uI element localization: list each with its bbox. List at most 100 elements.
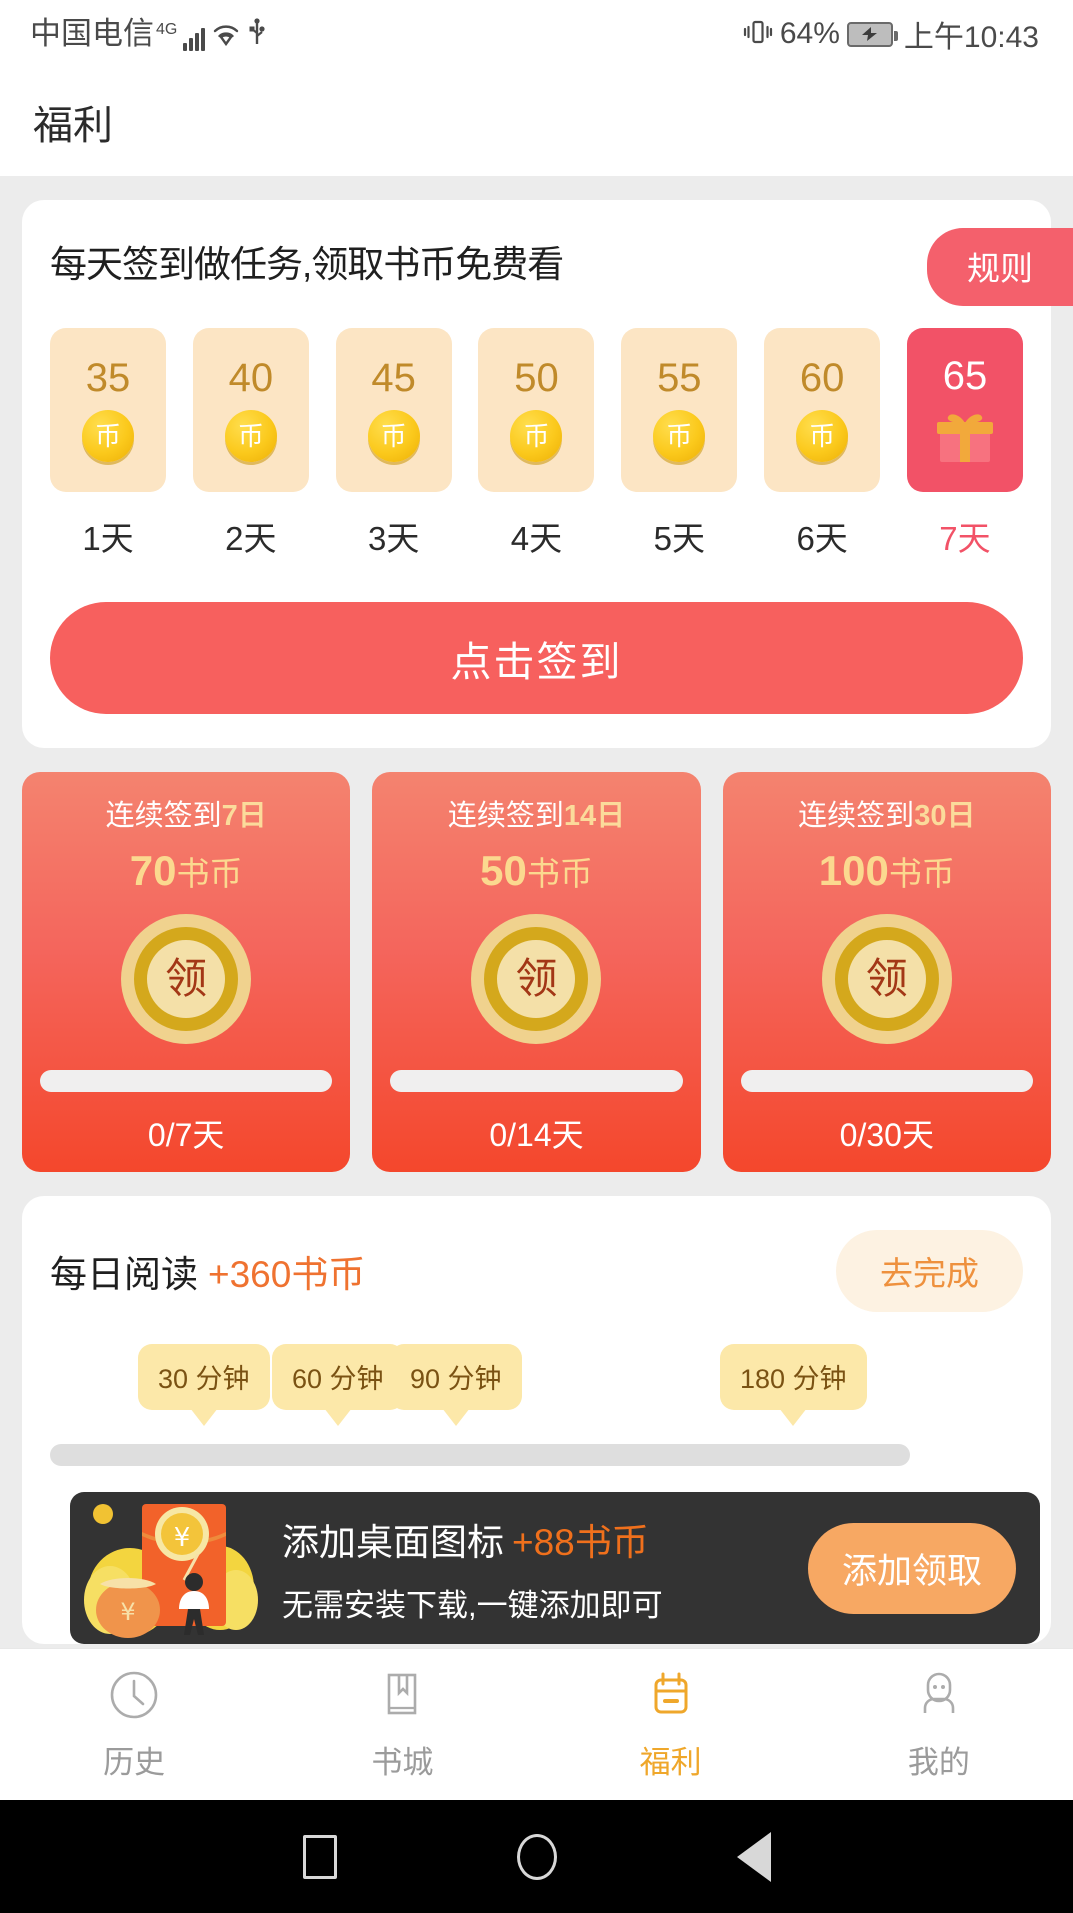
reward-progress-label: 0/30天 bbox=[839, 1117, 934, 1153]
reward-progress-bar bbox=[390, 1070, 683, 1092]
reading-progress-bar bbox=[50, 1444, 910, 1466]
coin-icon: 币 bbox=[796, 410, 849, 462]
tab-label: 书城 bbox=[371, 1744, 434, 1780]
app-screen: 中国电信 4G 64% 上午10:43 福利 每天签到做任务,领取书币免费看 规… bbox=[0, 0, 1073, 1913]
tab-bookstore[interactable]: 书城 bbox=[268, 1668, 536, 1782]
rules-button[interactable]: 规则 bbox=[927, 228, 1073, 306]
reward-amount-value: 70 bbox=[129, 847, 177, 894]
claim-label: 领 bbox=[484, 927, 589, 1031]
title-bar: 福利 bbox=[0, 68, 1073, 176]
claim-medal-button[interactable]: 领 bbox=[471, 914, 602, 1044]
status-bar-right: 64% 上午10:43 bbox=[743, 12, 1039, 56]
promo-reward: +88书币 bbox=[512, 1521, 649, 1563]
day-label: 6天 bbox=[796, 520, 848, 557]
day-tile: 40 币 bbox=[192, 328, 309, 492]
day-tile: 55 币 bbox=[621, 328, 738, 492]
coin-icon: 币 bbox=[510, 410, 563, 462]
reward-amount: 70书币 bbox=[130, 850, 243, 892]
signin-day-3[interactable]: 45 币 3天 bbox=[335, 328, 452, 560]
milestone-bubble[interactable]: 180 分钟 bbox=[720, 1344, 867, 1410]
reward-amount-unit: 书币 bbox=[526, 855, 593, 892]
reward-card-30day[interactable]: 连续签到30日 100书币 领 0/30天 bbox=[722, 772, 1051, 1172]
claim-medal-button[interactable]: 领 bbox=[821, 914, 952, 1044]
coin-char: 币 bbox=[237, 421, 264, 451]
home-button[interactable] bbox=[516, 1833, 557, 1880]
android-nav-bar bbox=[0, 1800, 1073, 1913]
reward-amount-value: 50 bbox=[480, 847, 527, 894]
battery-charging-icon bbox=[846, 21, 898, 47]
tab-mine[interactable]: 我的 bbox=[805, 1668, 1073, 1782]
battery-percent-label: 64% bbox=[779, 17, 840, 50]
reward-title: 连续签到30日 bbox=[798, 792, 975, 834]
promo-text: 添加桌面图标 +88书币 无需安装下载,一键添加即可 bbox=[276, 1512, 808, 1625]
tab-label: 福利 bbox=[639, 1744, 702, 1780]
go-complete-button[interactable]: 去完成 bbox=[836, 1230, 1023, 1312]
recents-button[interactable] bbox=[302, 1834, 337, 1879]
book-icon bbox=[375, 1668, 429, 1727]
signin-day-4[interactable]: 50 币 4天 bbox=[478, 328, 595, 560]
day-label: 5天 bbox=[653, 520, 705, 557]
reward-cards: 连续签到7日 70书币 领 0/7天 连续签到14日 50书币 领 0/14天 … bbox=[22, 772, 1051, 1172]
reward-amount: 100书币 bbox=[819, 850, 955, 892]
day-amount: 50 bbox=[514, 356, 559, 400]
day-tile: 35 币 bbox=[50, 328, 166, 492]
promo-subtitle: 无需安装下载,一键添加即可 bbox=[282, 1587, 663, 1623]
day-amount: 65 bbox=[942, 354, 988, 398]
status-bar-left: 中国电信 4G bbox=[30, 17, 267, 51]
reward-amount-unit: 书币 bbox=[176, 855, 243, 892]
wifi-icon bbox=[210, 20, 242, 51]
reward-progress-bar bbox=[40, 1070, 333, 1092]
tab-history[interactable]: 历史 bbox=[0, 1668, 268, 1782]
day-label: 7天 bbox=[939, 520, 991, 557]
scroll-content: 每天签到做任务,领取书币免费看 规则 35 币 1天 40 币 2天 45 币 … bbox=[0, 200, 1073, 1644]
day-amount: 60 bbox=[799, 356, 845, 400]
clock-icon bbox=[107, 1668, 161, 1727]
page-title: 福利 bbox=[33, 104, 113, 148]
promo-title-text: 添加桌面图标 bbox=[282, 1521, 504, 1563]
signin-day-1[interactable]: 35 币 1天 bbox=[50, 328, 166, 560]
status-bar: 中国电信 4G 64% 上午10:43 bbox=[0, 0, 1073, 68]
signin-day-5[interactable]: 55 币 5天 bbox=[621, 328, 738, 560]
signin-day-7[interactable]: 65 7天 bbox=[906, 328, 1023, 560]
red-envelope-coins-illustration: ¥ ¥ bbox=[70, 1492, 276, 1644]
milestone-bubble[interactable]: 30 分钟 bbox=[138, 1344, 270, 1410]
daily-reading-reward: +360书币 bbox=[208, 1254, 366, 1295]
back-button[interactable] bbox=[736, 1831, 771, 1882]
signin-day-2[interactable]: 40 币 2天 bbox=[192, 328, 309, 560]
reward-card-14day[interactable]: 连续签到14日 50书币 领 0/14天 bbox=[372, 772, 701, 1172]
reward-title-days: 14日 bbox=[563, 800, 626, 832]
calendar-icon bbox=[644, 1668, 698, 1727]
promo-banner[interactable]: ¥ ¥ 添加桌面图标 +88书币 无需安装下载,一键添加即可 添加领取 bbox=[70, 1492, 1040, 1644]
day-amount: 55 bbox=[657, 356, 702, 400]
reward-card-7day[interactable]: 连续签到7日 70书币 领 0/7天 bbox=[22, 772, 351, 1172]
signin-card: 每天签到做任务,领取书币免费看 规则 35 币 1天 40 币 2天 45 币 … bbox=[22, 200, 1073, 748]
claim-medal-button[interactable]: 领 bbox=[121, 914, 252, 1044]
usb-icon bbox=[247, 18, 267, 51]
reward-progress-label: 0/7天 bbox=[147, 1117, 225, 1153]
signin-title: 每天签到做任务,领取书币免费看 bbox=[50, 244, 564, 285]
milestone-bubble[interactable]: 90 分钟 bbox=[390, 1344, 522, 1410]
clock-label: 上午10:43 bbox=[903, 21, 1039, 54]
day-label: 4天 bbox=[510, 520, 563, 557]
coin-icon: 币 bbox=[653, 410, 706, 462]
day-amount: 35 bbox=[85, 356, 131, 400]
milestone-bubble[interactable]: 60 分钟 bbox=[272, 1344, 404, 1410]
reward-amount-value: 100 bbox=[818, 847, 889, 894]
day-tile: 50 币 bbox=[478, 328, 595, 492]
day-label: 1天 bbox=[82, 520, 134, 557]
signin-days-row: 35 币 1天 40 币 2天 45 币 3天 50 币 4天 55 币 5天 … bbox=[50, 328, 1023, 560]
reward-progress-label: 0/14天 bbox=[489, 1117, 584, 1153]
signin-button[interactable]: 点击签到 bbox=[50, 602, 1023, 714]
svg-text:¥: ¥ bbox=[120, 1598, 135, 1626]
signin-day-6[interactable]: 60 币 6天 bbox=[764, 328, 881, 560]
tab-welfare[interactable]: 福利 bbox=[537, 1668, 805, 1782]
reward-title-prefix: 连续签到 bbox=[447, 800, 564, 832]
tab-label: 我的 bbox=[907, 1744, 970, 1780]
coin-icon: 币 bbox=[224, 410, 277, 462]
reward-amount-unit: 书币 bbox=[888, 855, 955, 892]
gift-icon bbox=[934, 408, 996, 464]
coin-char: 币 bbox=[523, 421, 550, 451]
claim-label: 领 bbox=[834, 927, 939, 1031]
day-label: 3天 bbox=[367, 520, 420, 557]
promo-add-button[interactable]: 添加领取 bbox=[807, 1522, 1016, 1614]
